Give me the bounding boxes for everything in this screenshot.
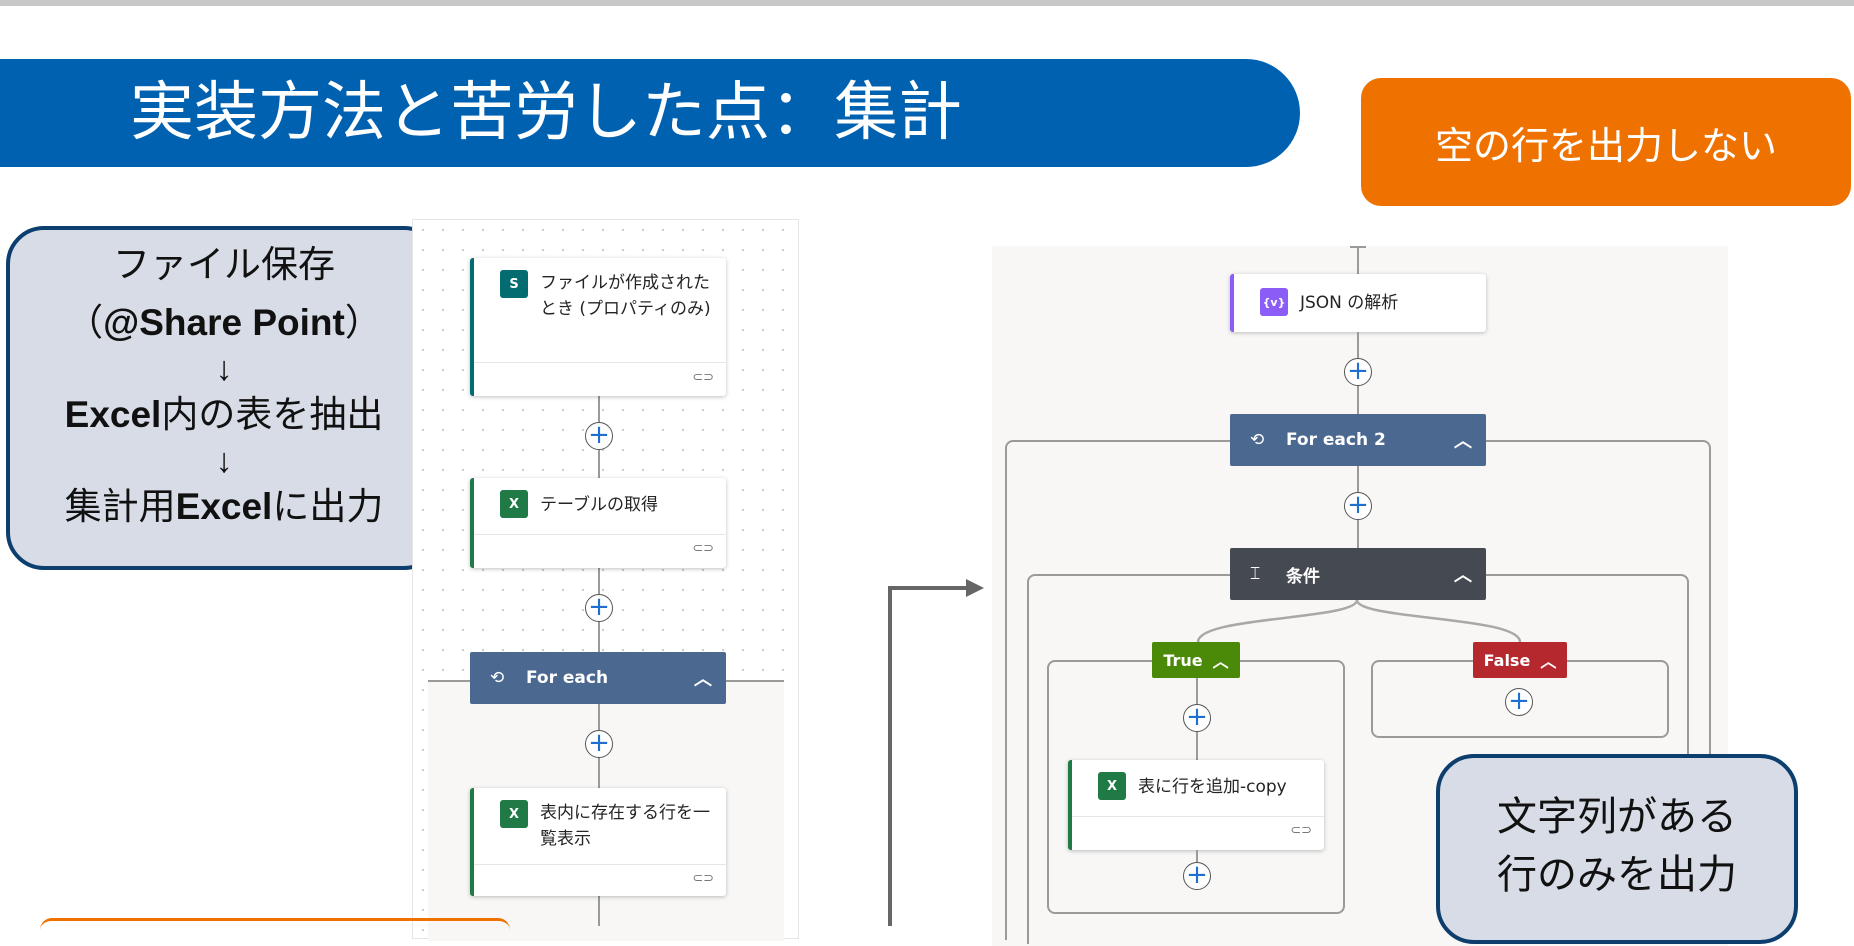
add-step-icon[interactable]: + (1183, 704, 1211, 732)
connector (598, 622, 600, 652)
add-row-card[interactable]: X 表に行を追加-copy ⊂⊃ (1068, 760, 1324, 850)
link-icon[interactable]: ⊂⊃ (692, 541, 714, 556)
chevron-up-icon[interactable]: ︿ (1454, 548, 1472, 600)
card-divider (474, 362, 726, 363)
add-step-icon[interactable]: + (1344, 358, 1372, 386)
loop-icon: ⟲ (1250, 430, 1265, 450)
card-divider (1072, 816, 1324, 817)
false-branch-tag[interactable]: False ︿ (1473, 642, 1567, 678)
callout-right-line-2: 行のみを出力 (1497, 853, 1737, 897)
link-icon[interactable]: ⊂⊃ (1290, 823, 1312, 838)
add-step-icon[interactable]: + (1344, 492, 1372, 520)
add-step-icon[interactable]: + (585, 730, 613, 758)
false-label: False (1483, 650, 1531, 670)
pointer-arrow-horizontal (888, 586, 968, 590)
connector (598, 450, 600, 478)
chevron-up-icon[interactable]: ︿ (1213, 648, 1229, 672)
get-table-label: テーブルの取得 (540, 495, 658, 515)
true-branch-tag[interactable]: True ︿ (1152, 642, 1240, 678)
for-each-label: For each (526, 668, 609, 688)
partial-orange-box (40, 918, 510, 930)
card-divider (474, 864, 726, 865)
callout-process-summary: ファイル保存 （@Share Point） ↓ Excel内の表を抽出 ↓ 集計… (6, 226, 442, 570)
parse-json-card[interactable]: {v} JSON の解析 (1230, 274, 1486, 332)
trigger-label: ファイルが作成されたとき (プロパティのみ) (540, 273, 711, 319)
excel-icon: X (500, 490, 528, 518)
card-divider (474, 534, 726, 535)
get-table-card[interactable]: X テーブルの取得 ⊂⊃ (470, 478, 726, 568)
slide-title: 実装方法と苦労した点：集計 (130, 76, 962, 150)
list-rows-label: 表内に存在する行を一覧表示 (540, 803, 710, 849)
add-step-icon[interactable]: + (585, 422, 613, 450)
callout-line-3: Excel内の表を抽出 (10, 386, 438, 444)
condition-icon: ⌶ (1250, 564, 1261, 584)
down-arrow-1: ↓ (215, 350, 233, 388)
output-text: に出力 (272, 486, 384, 527)
extract-text: 内の表を抽出 (161, 394, 384, 435)
for-each-header[interactable]: ⟲ For each ︿ (470, 652, 726, 704)
condition-label: 条件 (1286, 566, 1320, 587)
chevron-up-icon[interactable]: ︿ (1540, 648, 1556, 672)
excel-text-2: Excel (175, 486, 273, 527)
condition-header[interactable]: ⌶ 条件 ︿ (1230, 548, 1486, 600)
sharepoint-text: @Share Point (103, 302, 345, 343)
add-row-label: 表に行を追加-copy (1138, 777, 1287, 797)
add-step-icon[interactable]: + (585, 594, 613, 622)
connector (598, 896, 600, 926)
aggregate-text: 集計用 (64, 486, 176, 527)
callout-line-1: ファイル保存 (113, 244, 335, 285)
callout-line-2: （@Share Point） (10, 294, 438, 352)
connector-cap (1350, 246, 1366, 248)
top-rule (0, 0, 1854, 6)
true-label: True (1163, 650, 1203, 670)
add-step-icon[interactable]: + (1505, 688, 1533, 716)
sharepoint-icon: S (500, 270, 528, 298)
excel-icon: X (500, 800, 528, 828)
callout-line-4: 集計用Excelに出力 (10, 478, 438, 536)
callout-rows-with-text: 文字列がある 行のみを出力 (1436, 754, 1798, 944)
connector (1357, 246, 1359, 274)
excel-icon: X (1098, 772, 1126, 800)
chevron-up-icon[interactable]: ︿ (1454, 414, 1472, 466)
excel-text: Excel (64, 394, 162, 435)
json-icon: {v} (1260, 288, 1288, 316)
link-icon[interactable]: ⊂⊃ (692, 370, 714, 385)
paren-close: ） (344, 302, 382, 343)
parse-json-label: JSON の解析 (1300, 293, 1399, 313)
loop-icon: ⟲ (490, 668, 505, 688)
pointer-arrow-vertical (888, 586, 892, 926)
for-each-2-label: For each 2 (1286, 430, 1386, 450)
for-each-2-header[interactable]: ⟲ For each 2 ︿ (1230, 414, 1486, 466)
chevron-up-icon[interactable]: ︿ (694, 652, 712, 704)
add-step-icon[interactable]: + (1183, 862, 1211, 890)
pointer-arrow-head (966, 579, 984, 597)
callout-right-line-1: 文字列がある (1497, 795, 1737, 839)
list-rows-card[interactable]: X 表内に存在する行を一覧表示 ⊂⊃ (470, 788, 726, 896)
paren-open: （ (66, 302, 104, 343)
link-icon[interactable]: ⊂⊃ (692, 871, 714, 886)
trigger-card[interactable]: S ファイルが作成されたとき (プロパティのみ) ⊂⊃ (470, 258, 726, 396)
down-arrow-2: ↓ (215, 442, 233, 480)
connector (598, 758, 600, 788)
badge-no-empty-rows: 空の行を出力しない (1361, 78, 1851, 206)
